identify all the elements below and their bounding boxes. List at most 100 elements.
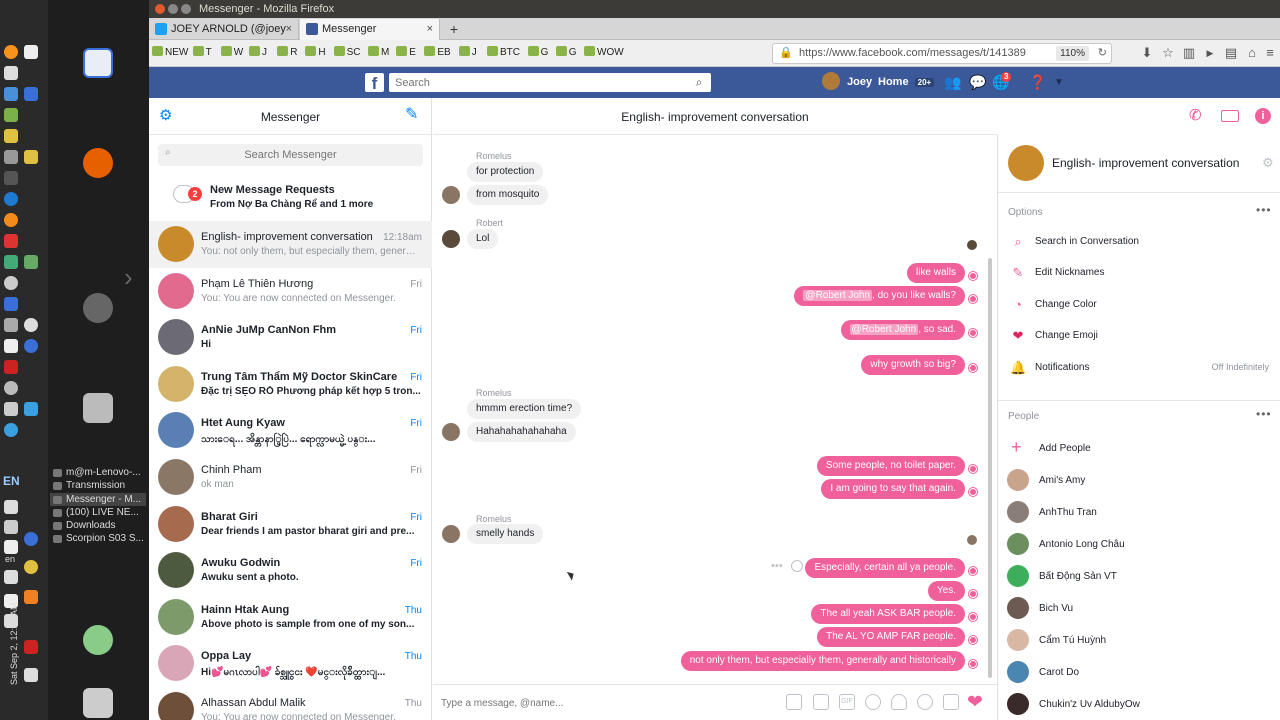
writer-launcher-icon[interactable] [83, 48, 113, 78]
bookmark-item[interactable]: EB [424, 45, 451, 61]
sender-avatar[interactable] [442, 186, 460, 204]
bug-icon[interactable] [4, 381, 18, 395]
camera-roll-icon[interactable] [813, 694, 829, 710]
bookmark-item[interactable]: H [305, 45, 326, 61]
settings-gear-icon[interactable]: ⚙ [1262, 155, 1274, 171]
thread-scrollbar[interactable] [988, 258, 992, 678]
window-list-item[interactable]: Scorpion S03 S... [50, 532, 146, 545]
document-icon[interactable] [4, 66, 18, 80]
messenger-icon[interactable]: 💬 [969, 67, 986, 98]
chevron-right-icon[interactable]: › [124, 262, 133, 293]
video-call-icon[interactable] [1221, 110, 1239, 122]
vlc-icon[interactable] [24, 590, 38, 604]
window-list-item[interactable]: Transmission [50, 479, 146, 492]
ubuntu-launcher-icon[interactable] [83, 293, 113, 323]
react-icon[interactable] [24, 532, 38, 546]
bookmark-item[interactable]: E [396, 45, 416, 61]
volume-icon[interactable] [4, 570, 18, 584]
message-bubble[interactable]: Especially, certain all ya people. [805, 558, 965, 578]
window-list-item[interactable]: m@m-Lenovo-... [50, 466, 146, 479]
language-indicator[interactable]: EN [3, 474, 20, 488]
conversation-item[interactable]: English- improvement conversation You: no… [149, 221, 432, 268]
conversation-item[interactable]: Phạm Lê Thiên Hương You: You are now conn… [149, 268, 432, 315]
bookmark-star-icon[interactable]: ☆ [1159, 44, 1177, 62]
bookmark-item[interactable]: R [277, 45, 297, 61]
option-bell[interactable]: 🔔 Notifications Off Indefinitely [998, 353, 1280, 383]
archive-icon[interactable] [4, 150, 18, 164]
person-item[interactable]: Bich Vu [998, 593, 1280, 625]
bookmark-item[interactable]: SC [333, 45, 361, 61]
person-item[interactable]: Chukin'z Uv AldubyOw [998, 689, 1280, 720]
screen-icon[interactable] [4, 339, 18, 353]
facebook-logo[interactable]: f [365, 73, 384, 93]
facebook-search-input[interactable] [389, 73, 711, 92]
trash-launcher-icon[interactable] [83, 688, 113, 718]
conversation-item[interactable]: AnNie JuMp CanNon Fhm Hi Fri [149, 314, 432, 361]
option-palette[interactable]: ◔ Change Color [998, 290, 1280, 320]
battery-icon[interactable] [4, 540, 18, 554]
tab-messenger[interactable]: Messenger × [300, 19, 440, 40]
payment-icon[interactable] [917, 694, 933, 710]
ubuntu-icon[interactable] [4, 213, 18, 227]
message-bubble[interactable]: Yes. [927, 581, 965, 601]
conversation-item[interactable]: Hainn Htak Aung Above photo is sample fro… [149, 594, 432, 641]
sender-avatar[interactable] [442, 423, 460, 441]
menu-icon[interactable]: ≡ [1261, 44, 1279, 62]
person-item[interactable]: AnhThu Tran [998, 497, 1280, 529]
app-icon[interactable] [24, 255, 38, 269]
library-icon[interactable]: ▥ [1180, 44, 1198, 62]
message-bubble[interactable]: hmmm erection time? [467, 399, 582, 419]
gear-icon[interactable] [4, 318, 18, 332]
bookmark-item[interactable]: W [220, 45, 243, 61]
disk-icon[interactable] [4, 276, 18, 290]
close-window-icon[interactable] [155, 4, 165, 14]
app-icon[interactable] [4, 129, 18, 143]
conversation-item[interactable]: Trung Tâm Thẩm Mỹ Doctor SkinCare Đặc trị… [149, 361, 432, 408]
filezilla-icon[interactable] [4, 360, 18, 374]
search-icon[interactable]: ⌕ [689, 73, 709, 92]
bookmark-item[interactable]: G [555, 45, 577, 61]
emoji-icon[interactable] [865, 694, 881, 710]
options-more-icon[interactable]: ••• [1256, 203, 1272, 217]
heart-send-icon[interactable]: ❤ [967, 691, 983, 714]
close-tab-icon[interactable]: × [427, 19, 433, 39]
react-icon[interactable] [24, 339, 38, 353]
add-people-button[interactable]: + Add People [998, 433, 1280, 465]
list-icon[interactable] [4, 402, 18, 416]
dropdown-arrow-icon[interactable]: ▼ [1054, 67, 1064, 98]
zoom-level[interactable]: 110% [1056, 46, 1089, 61]
option-pencil[interactable]: ✎ Edit Nicknames [998, 258, 1280, 288]
message-bubble[interactable]: Some people, no toilet paper. [816, 456, 965, 476]
mention-tag[interactable]: @Robert John [849, 324, 919, 335]
bookmark-item[interactable]: T [192, 45, 212, 61]
more-options-icon[interactable]: ••• [771, 560, 783, 572]
message-input[interactable] [441, 693, 761, 713]
youtube-icon[interactable]: ▶ [1201, 44, 1219, 62]
help-icon[interactable]: ❓ [1029, 67, 1046, 98]
message-bubble[interactable]: like walls [906, 263, 965, 283]
app-icon[interactable] [24, 402, 38, 416]
calculator-icon[interactable] [4, 87, 18, 101]
new-tab-button[interactable]: + [445, 19, 463, 39]
mention-tag[interactable]: @Robert John [803, 290, 873, 301]
spreadsheet-icon[interactable] [4, 108, 18, 122]
webcam-icon[interactable] [24, 318, 38, 332]
message-bubble[interactable]: Lol [467, 229, 499, 249]
bookmark-item[interactable]: J [458, 45, 477, 61]
conversation-item[interactable]: Htet Aung Kyaw သားေရ... အိန္တာနာ္ပြဲပြဲ..… [149, 407, 432, 454]
conversation-item[interactable]: Chinh Pham ok man Fri [149, 454, 432, 501]
minimize-window-icon[interactable] [168, 4, 178, 14]
bookmark-item[interactable]: BTC [487, 45, 520, 61]
person-item[interactable]: Carot Do [998, 657, 1280, 689]
maximize-window-icon[interactable] [181, 4, 191, 14]
bookmark-item[interactable]: NEW [152, 45, 188, 61]
reload-icon[interactable]: ↻ [1098, 44, 1107, 63]
filezilla-icon[interactable] [24, 640, 38, 654]
clock[interactable]: Sat Sep 2, 12:18 AM [9, 589, 19, 685]
bookmark-item[interactable]: M [368, 45, 389, 61]
pocket-icon[interactable]: ▤ [1222, 44, 1240, 62]
sticker-icon[interactable] [786, 694, 802, 710]
close-tab-icon[interactable]: × [286, 19, 292, 39]
window-list-item[interactable]: Messenger - M... [50, 492, 146, 506]
sender-avatar[interactable] [442, 525, 460, 543]
